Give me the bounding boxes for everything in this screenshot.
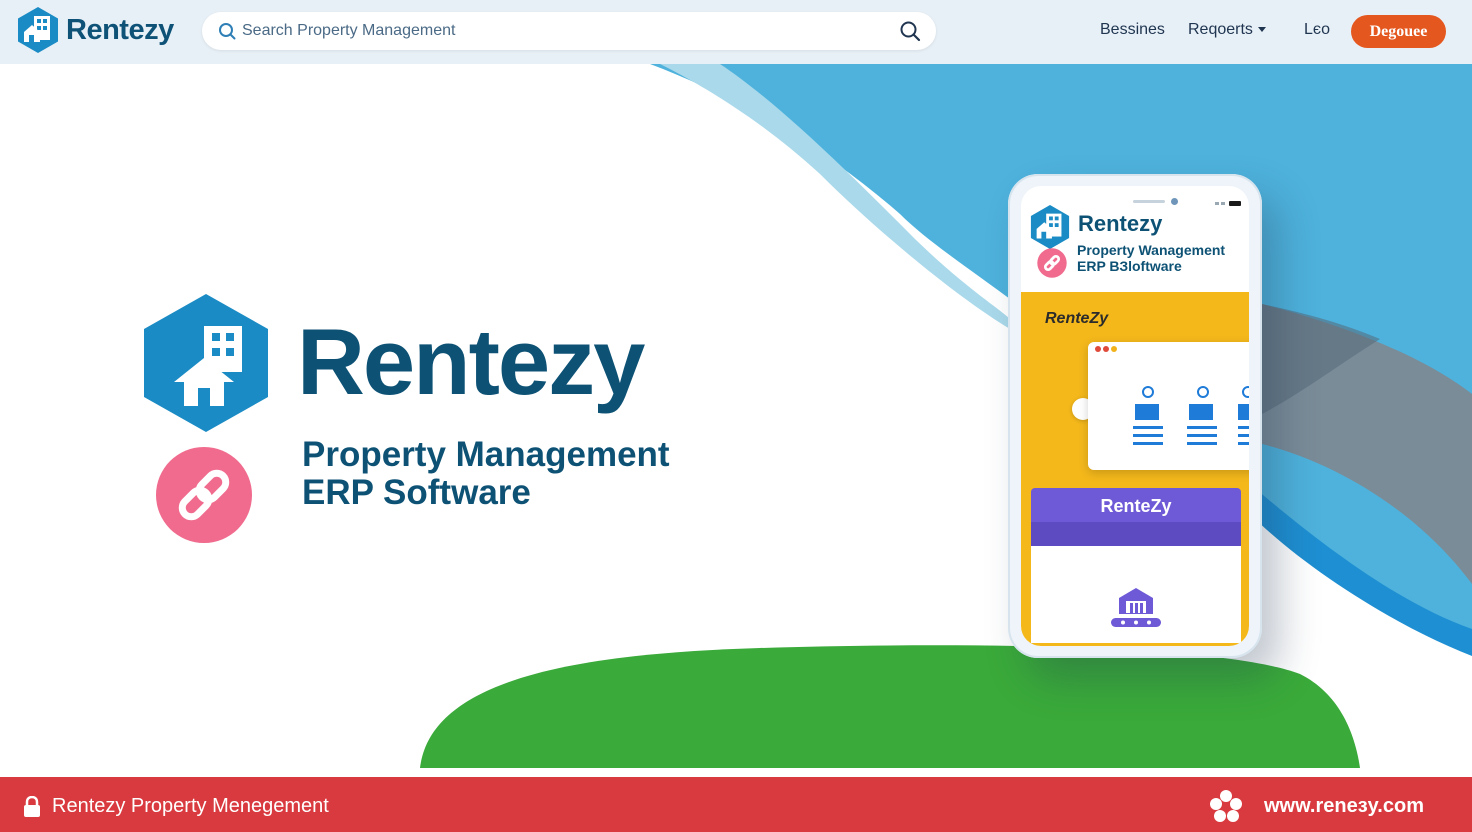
hero-subtitle: Property Management ERP Software	[302, 436, 670, 512]
search-bar	[202, 12, 936, 50]
search-lead-icon	[219, 23, 236, 40]
footer-left-text: Rentezy Property Menegement	[52, 795, 329, 817]
search-icon[interactable]	[899, 20, 921, 42]
hero-subtitle-line2: ERP Software	[302, 473, 531, 512]
phone-banner[interactable]: RenteZy	[1031, 488, 1241, 546]
status-icons	[1215, 201, 1241, 206]
property-icon	[1111, 588, 1161, 627]
nav-login-link[interactable]: Lєo	[1304, 21, 1330, 39]
phone-speaker	[1133, 200, 1165, 203]
footer-website: www.reneзy.com	[1206, 789, 1424, 823]
nav-business-link[interactable]: Bessines	[1100, 21, 1165, 39]
phone-subtitle-line1: Property Wanagement	[1077, 242, 1226, 258]
phone-subtitle: Property Wanagement ERP ВЗloftware	[1077, 242, 1225, 274]
nav-reports-label: Reqoerts	[1188, 21, 1253, 38]
hero-subtitle-line1: Property Management	[302, 435, 670, 474]
building-house-hexagon-icon	[144, 294, 268, 432]
cta-button[interactable]: Degouee	[1351, 15, 1446, 48]
footer-bar: Rentezy Property Menegement www.reneзy.c…	[0, 777, 1472, 832]
phone-banner-label: RenteZy	[1100, 496, 1172, 516]
header-brand[interactable]: Rentezy	[16, 6, 174, 54]
phone-subtitle-line2: ERP ВЗloftware	[1077, 258, 1182, 274]
building-house-hexagon-icon	[1030, 205, 1070, 249]
phone-yellow-brand: RenteZy	[1045, 310, 1109, 327]
footer-url-link[interactable]: www.reneзy.com	[1264, 795, 1424, 818]
phone-banner-stripe	[1031, 522, 1241, 546]
chevron-down-icon	[1257, 27, 1266, 33]
phone-screen: Rentezy Property Wanagement ERP ВЗloftwa…	[1021, 186, 1249, 646]
lock-icon	[24, 795, 40, 817]
window-content	[1095, 346, 1249, 445]
link-icon	[156, 447, 252, 543]
hero-title: Rentezy	[297, 309, 645, 414]
top-navbar: Rentezy Bessines Reqoerts Lєo Degouee	[0, 0, 1472, 64]
cluster-icon	[1210, 790, 1242, 822]
app-window-preview	[1088, 342, 1249, 470]
footer-brand: Rentezy Property Menegement	[22, 795, 329, 818]
link-icon	[1037, 248, 1067, 278]
phone-card	[1031, 546, 1241, 643]
phone-yellow-panel: RenteZy RenteZy	[1021, 292, 1249, 646]
brand-name: Rentezy	[66, 13, 174, 46]
phone-camera	[1171, 198, 1178, 205]
nav-reports-dropdown[interactable]: Reqoerts	[1188, 21, 1266, 39]
search-input[interactable]	[242, 16, 882, 46]
building-house-hexagon-icon	[18, 7, 58, 53]
phone-mockup: Rentezy Property Wanagement ERP ВЗloftwa…	[1008, 174, 1262, 658]
phone-brand: Rentezy	[1078, 211, 1163, 236]
